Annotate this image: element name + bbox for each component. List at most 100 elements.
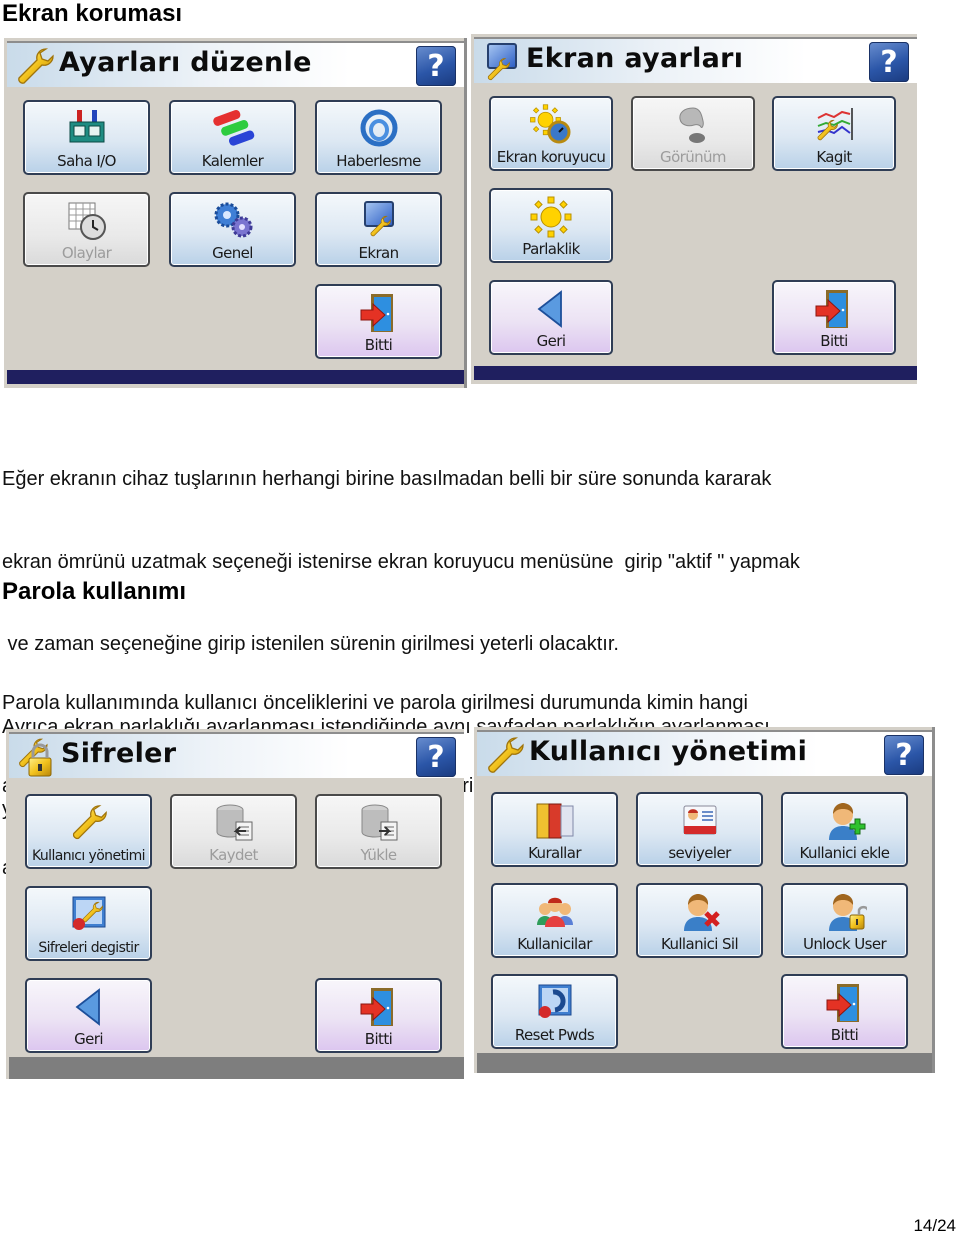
lock-wrench-icon xyxy=(19,738,52,777)
button-label: Haberlesme xyxy=(336,152,421,170)
button-label: Bitti xyxy=(820,332,848,350)
help-button[interactable]: ? xyxy=(416,737,456,777)
id-card-icon xyxy=(683,805,716,835)
back-arrow-icon xyxy=(529,288,573,330)
section-heading-password: Parola kullanımı xyxy=(2,578,187,605)
help-button[interactable]: ? xyxy=(884,735,924,775)
status-bar xyxy=(474,366,917,380)
button-label: Reset Pwds xyxy=(514,1026,595,1044)
display-settings-panel: Ekran ayarları ? Ekran koruyucu Görünüm … xyxy=(471,34,917,384)
text-line: ekran ömrünü uzatmak seçeneği istenirse … xyxy=(2,550,800,573)
button-label: Genel xyxy=(212,244,253,262)
display-button[interactable]: Ekran xyxy=(315,192,442,267)
certificate-wrench-icon xyxy=(72,896,105,930)
appearance-icon xyxy=(679,107,705,143)
database-load-icon xyxy=(357,802,401,844)
status-bar xyxy=(7,370,464,384)
button-label: Parlaklik xyxy=(522,240,580,258)
button-label: Kullanici ekle xyxy=(799,844,891,862)
database-save-icon xyxy=(212,802,256,844)
title-bar: Ekran ayarları ? xyxy=(474,37,917,83)
wrench-icon xyxy=(483,734,527,778)
button-label: Kullanicilar xyxy=(517,935,592,953)
panel-title: Ekran ayarları xyxy=(526,43,744,74)
panel-title: Kullanıcı yönetimi xyxy=(529,736,808,767)
certificate-reset-icon xyxy=(538,984,571,1018)
done-button[interactable]: Bitti xyxy=(772,280,896,355)
text-line: Eğer ekranın cihaz tuşlarının herhangi b… xyxy=(2,468,772,490)
communication-button[interactable]: Haberlesme xyxy=(315,100,442,175)
button-label: Bitti xyxy=(364,336,393,354)
screen-saver-button[interactable]: Ekran koruyucu xyxy=(489,96,613,171)
back-button[interactable]: Geri xyxy=(489,280,613,355)
sun-timer-icon xyxy=(530,104,571,144)
calendar-clock-icon xyxy=(68,202,106,240)
reset-passwords-button[interactable]: Reset Pwds xyxy=(491,974,618,1049)
events-button[interactable]: Olaylar xyxy=(23,192,150,267)
exit-door-icon xyxy=(357,292,401,334)
sun-icon xyxy=(529,196,573,238)
done-button[interactable]: Bitti xyxy=(315,978,442,1053)
unlock-user-button[interactable]: Unlock User xyxy=(781,883,908,958)
settings-edit-panel: Ayarları düzenle ? Saha I/O Kalemler Hab… xyxy=(4,38,467,388)
button-label: Bitti xyxy=(364,1030,393,1048)
done-button[interactable]: Bitti xyxy=(315,284,442,359)
pens-button[interactable]: Kalemler xyxy=(169,100,296,175)
back-button[interactable]: Geri xyxy=(25,978,152,1053)
levels-button[interactable]: seviyeler xyxy=(636,792,763,867)
button-label: Yükle xyxy=(360,846,397,864)
button-label: Geri xyxy=(74,1030,103,1048)
passwords-panel: Sifreler ? Kullanıcı yönetimi Kaydet Yük… xyxy=(6,729,464,1079)
field-io-button[interactable]: Saha I/O xyxy=(23,100,150,175)
add-user-button[interactable]: Kullanici ekle xyxy=(781,792,908,867)
gears-icon xyxy=(214,202,252,238)
exit-door-icon xyxy=(823,982,867,1024)
save-button[interactable]: Kaydet xyxy=(170,794,297,869)
panel-title: Ayarları düzenle xyxy=(59,47,312,78)
wrench-icon xyxy=(67,802,111,844)
exit-door-icon xyxy=(357,986,401,1028)
button-label: Kaydet xyxy=(209,846,258,864)
button-label: Görünüm xyxy=(660,148,727,166)
status-bar xyxy=(477,1053,932,1073)
users-button[interactable]: Kullanicilar xyxy=(491,883,618,958)
button-label: seviyeler xyxy=(668,844,731,862)
button-label: Kullanıcı yönetimi xyxy=(32,848,146,864)
brightness-button[interactable]: Parlaklik xyxy=(489,188,613,263)
button-label: Ekran koruyucu xyxy=(496,148,606,166)
button-label: Bitti xyxy=(830,1026,859,1044)
field-io-icon xyxy=(69,110,104,143)
button-label: Kurallar xyxy=(528,844,581,862)
chart-wrench-icon xyxy=(812,108,853,146)
text-line: Parola kullanımında kullanıcı öncelikler… xyxy=(2,692,748,714)
title-bar: Ayarları düzenle ? xyxy=(7,41,464,87)
back-arrow-icon xyxy=(67,986,111,1028)
help-button[interactable]: ? xyxy=(869,42,909,82)
status-bar xyxy=(9,1057,464,1079)
done-button[interactable]: Bitti xyxy=(781,974,908,1049)
cable-icon xyxy=(360,109,397,147)
user-delete-icon xyxy=(678,891,720,933)
rules-button[interactable]: Kurallar xyxy=(491,792,618,867)
monitor-wrench-icon xyxy=(363,201,394,242)
appearance-button[interactable]: Görünüm xyxy=(631,96,755,171)
button-label: Kullanici Sil xyxy=(660,935,739,953)
change-passwords-button[interactable]: Sifreleri degistir xyxy=(25,886,152,961)
user-management-panel: Kullanıcı yönetimi ? Kurallar seviyeler … xyxy=(474,727,935,1073)
general-button[interactable]: Genel xyxy=(169,192,296,267)
paper-button[interactable]: Kagit xyxy=(772,96,896,171)
button-label: Kalemler xyxy=(201,152,264,170)
monitor-wrench-icon xyxy=(487,43,517,85)
section-heading-screen-saver: Ekran koruması xyxy=(2,0,183,27)
user-unlock-icon xyxy=(823,891,867,933)
button-label: Unlock User xyxy=(802,935,887,953)
user-add-icon xyxy=(823,800,865,842)
user-management-button[interactable]: Kullanıcı yönetimi xyxy=(25,794,152,869)
button-label: Saha I/O xyxy=(57,152,116,170)
title-bar: Sifreler ? xyxy=(9,732,464,778)
help-button[interactable]: ? xyxy=(416,46,456,86)
button-label: Olaylar xyxy=(61,244,112,262)
button-label: Geri xyxy=(536,332,566,350)
load-button[interactable]: Yükle xyxy=(315,794,442,869)
delete-user-button[interactable]: Kullanici Sil xyxy=(636,883,763,958)
